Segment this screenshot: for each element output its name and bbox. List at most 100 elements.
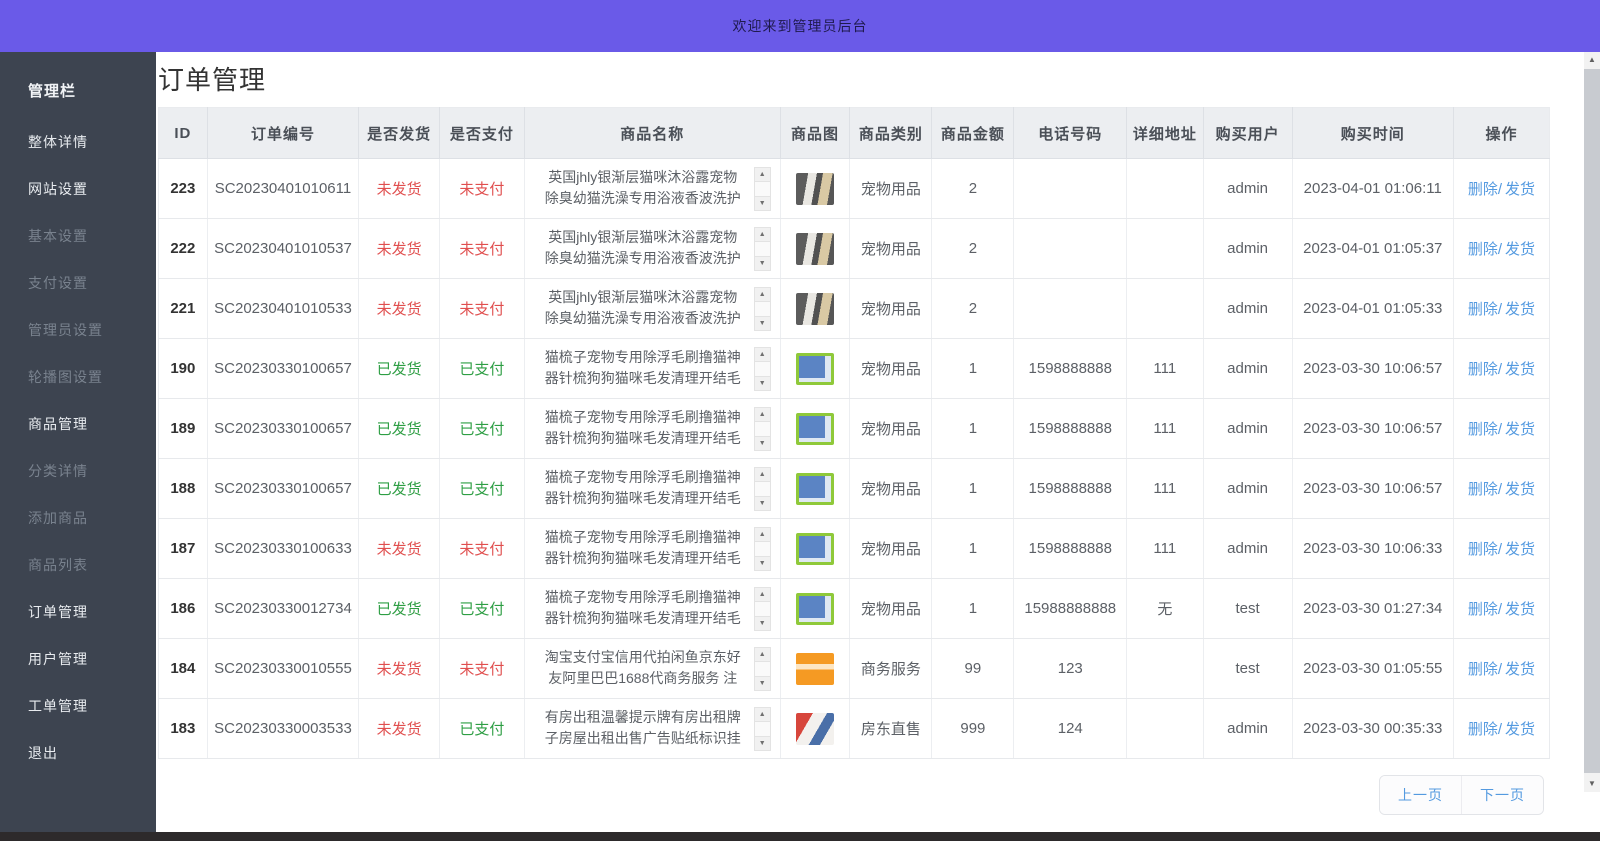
scrollbar-up-icon[interactable]: ▲ [1584, 52, 1600, 68]
amount-cell: 2 [932, 159, 1014, 219]
name-scrollbar[interactable]: ▲▼ [754, 227, 771, 271]
user-cell: admin [1203, 699, 1292, 759]
sidebar-item[interactable]: 管理员设置 [0, 307, 156, 354]
product-image-cell [780, 399, 850, 459]
name-scrollbar[interactable]: ▲▼ [754, 707, 771, 751]
main-content: 订单管理 ID订单编号是否发货是否支付商品名称商品图商品类别商品金额电话号码详细… [156, 52, 1568, 832]
delete-link[interactable]: 删除 [1468, 241, 1498, 258]
scroll-down-icon[interactable]: ▼ [755, 616, 770, 630]
id-cell: 186 [159, 579, 208, 639]
sidebar-item[interactable]: 订单管理 [0, 589, 156, 636]
time-cell: 2023-03-30 10:06:57 [1292, 459, 1453, 519]
sidebar-item[interactable]: 工单管理 [0, 683, 156, 730]
scrollbar-thumb[interactable] [1584, 69, 1600, 773]
sidebar-item[interactable]: 网站设置 [0, 166, 156, 213]
product-name-cell: 猫梳子宠物专用除浮毛刷撸猫神器针梳狗狗猫咪毛发清理开结毛▲▼ [524, 459, 780, 519]
sidebar-item[interactable]: 退出 [0, 730, 156, 777]
order-no-cell: SC20230330100633 [207, 519, 359, 579]
scroll-up-icon[interactable]: ▲ [755, 708, 770, 722]
delete-link[interactable]: 删除 [1468, 181, 1498, 198]
ship-link[interactable]: 发货 [1505, 721, 1535, 738]
scroll-down-icon[interactable]: ▼ [755, 316, 770, 330]
order-no-cell: SC20230330100657 [207, 459, 359, 519]
product-name-text: 英国jhly银渐层猫咪沐浴露宠物除臭幼猫洗澡专用浴液香波洗护 [534, 287, 752, 325]
name-scrollbar[interactable]: ▲▼ [754, 347, 771, 391]
table-row: 188SC20230330100657已发货已支付猫梳子宠物专用除浮毛刷撸猫神器… [159, 459, 1550, 519]
scroll-up-icon[interactable]: ▲ [755, 228, 770, 242]
name-scrollbar[interactable]: ▲▼ [754, 647, 771, 691]
product-image-cell [780, 639, 850, 699]
delete-link[interactable]: 删除 [1468, 541, 1498, 558]
sidebar-item[interactable]: 商品管理 [0, 401, 156, 448]
sidebar-item[interactable]: 用户管理 [0, 636, 156, 683]
sidebar-item[interactable]: 商品列表 [0, 542, 156, 589]
scroll-up-icon[interactable]: ▲ [755, 648, 770, 662]
ship-link[interactable]: 发货 [1505, 241, 1535, 258]
scroll-up-icon[interactable]: ▲ [755, 528, 770, 542]
sidebar-item[interactable]: 基本设置 [0, 213, 156, 260]
actions-cell: 删除/发货 [1453, 279, 1549, 339]
delete-link[interactable]: 删除 [1468, 301, 1498, 318]
scroll-down-icon[interactable]: ▼ [755, 676, 770, 690]
ship-link[interactable]: 发货 [1505, 361, 1535, 378]
phone-cell [1014, 159, 1127, 219]
ship-link[interactable]: 发货 [1505, 301, 1535, 318]
sidebar-item[interactable]: 添加商品 [0, 495, 156, 542]
amount-cell: 1 [932, 339, 1014, 399]
sidebar-item[interactable]: 轮播图设置 [0, 354, 156, 401]
name-scrollbar[interactable]: ▲▼ [754, 467, 771, 511]
scroll-up-icon[interactable]: ▲ [755, 168, 770, 182]
product-image-cell [780, 159, 850, 219]
scroll-down-icon[interactable]: ▼ [755, 556, 770, 570]
scrollbar-down-icon[interactable]: ▼ [1584, 776, 1600, 792]
scroll-down-icon[interactable]: ▼ [755, 256, 770, 270]
product-name-box: 猫梳子宠物专用除浮毛刷撸猫神器针梳狗狗猫咪毛发清理开结毛▲▼ [529, 347, 776, 391]
delete-link[interactable]: 删除 [1468, 661, 1498, 678]
name-scrollbar[interactable]: ▲▼ [754, 287, 771, 331]
scroll-down-icon[interactable]: ▼ [755, 736, 770, 750]
delete-link[interactable]: 删除 [1468, 361, 1498, 378]
ship-link[interactable]: 发货 [1505, 541, 1535, 558]
scroll-down-icon[interactable]: ▼ [755, 196, 770, 210]
category-cell: 宠物用品 [850, 339, 932, 399]
phone-cell: 1598888888 [1014, 519, 1127, 579]
user-cell: admin [1203, 279, 1292, 339]
scroll-up-icon[interactable]: ▲ [755, 588, 770, 602]
name-scrollbar[interactable]: ▲▼ [754, 527, 771, 571]
address-cell: 111 [1127, 339, 1204, 399]
action-separator: / [1498, 181, 1502, 198]
vertical-scrollbar[interactable]: ▲ ▼ [1584, 52, 1600, 792]
time-cell: 2023-03-30 10:06:57 [1292, 339, 1453, 399]
scroll-up-icon[interactable]: ▲ [755, 288, 770, 302]
scroll-up-icon[interactable]: ▲ [755, 408, 770, 422]
next-page-button[interactable]: 下一页 [1462, 776, 1543, 814]
scroll-down-icon[interactable]: ▼ [755, 436, 770, 450]
scroll-down-icon[interactable]: ▼ [755, 496, 770, 510]
sidebar-item[interactable]: 整体详情 [0, 119, 156, 166]
product-image [796, 413, 834, 445]
scroll-down-icon[interactable]: ▼ [755, 376, 770, 390]
sidebar-item[interactable]: 分类详情 [0, 448, 156, 495]
amount-cell: 1 [932, 519, 1014, 579]
sidebar-item[interactable]: 支付设置 [0, 260, 156, 307]
action-separator: / [1498, 601, 1502, 618]
delete-link[interactable]: 删除 [1468, 721, 1498, 738]
delete-link[interactable]: 删除 [1468, 601, 1498, 618]
prev-page-button[interactable]: 上一页 [1380, 776, 1462, 814]
delete-link[interactable]: 删除 [1468, 481, 1498, 498]
actions-cell: 删除/发货 [1453, 699, 1549, 759]
time-cell: 2023-04-01 01:06:11 [1292, 159, 1453, 219]
name-scrollbar[interactable]: ▲▼ [754, 167, 771, 211]
ship-link[interactable]: 发货 [1505, 481, 1535, 498]
time-cell: 2023-03-30 10:06:33 [1292, 519, 1453, 579]
scroll-up-icon[interactable]: ▲ [755, 348, 770, 362]
delete-link[interactable]: 删除 [1468, 421, 1498, 438]
name-scrollbar[interactable]: ▲▼ [754, 587, 771, 631]
ship-link[interactable]: 发货 [1505, 601, 1535, 618]
scroll-up-icon[interactable]: ▲ [755, 468, 770, 482]
ship-link[interactable]: 发货 [1505, 181, 1535, 198]
name-scrollbar[interactable]: ▲▼ [754, 407, 771, 451]
user-cell: admin [1203, 459, 1292, 519]
ship-link[interactable]: 发货 [1505, 421, 1535, 438]
ship-link[interactable]: 发货 [1505, 661, 1535, 678]
